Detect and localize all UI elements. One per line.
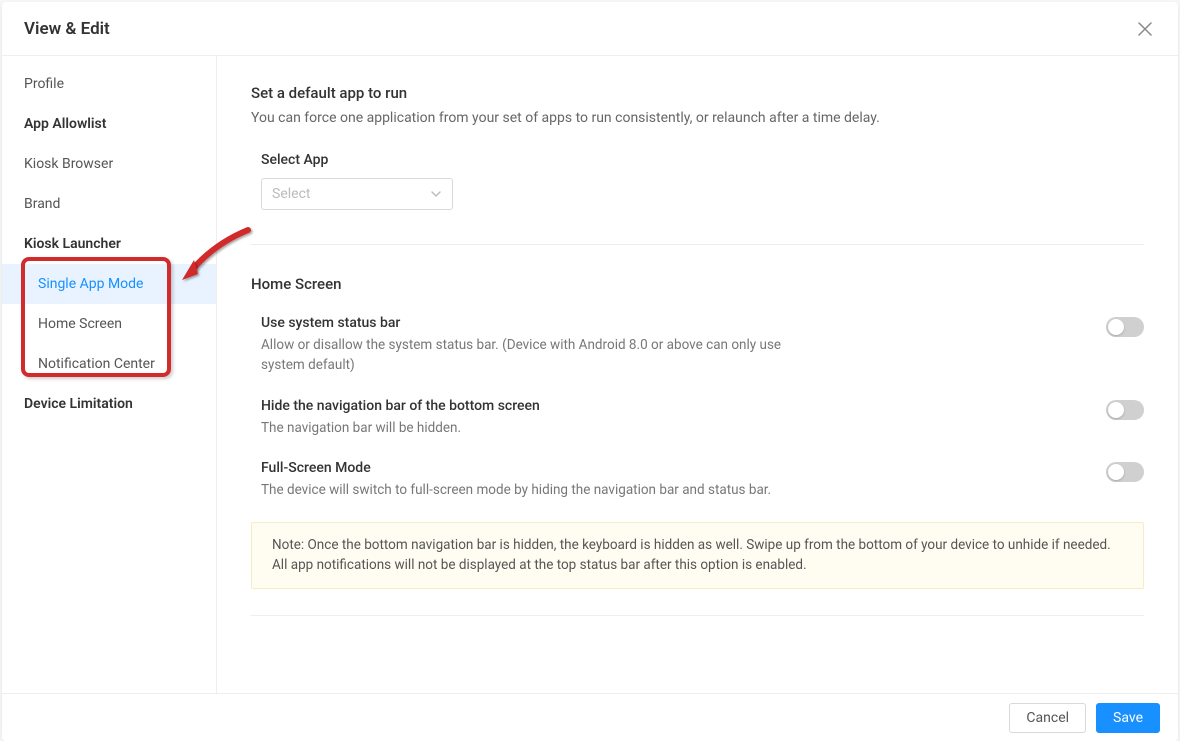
setting-text: Hide the navigation bar of the bottom sc… [261,398,540,438]
setting-hide-nav: Hide the navigation bar of the bottom sc… [251,398,1144,438]
chevron-down-icon [430,188,442,200]
sidebar: Profile App Allowlist Kiosk Browser Bran… [2,56,217,693]
modal-view-edit: View & Edit Profile App Allowlist Kiosk … [2,2,1178,741]
setting-status-bar: Use system status bar Allow or disallow … [251,315,1144,376]
save-button-label: Save [1113,710,1143,726]
divider [251,244,1144,245]
toggle-hide-nav[interactable] [1106,400,1144,420]
setting-text: Use system status bar Allow or disallow … [261,315,801,376]
sidebar-item-app-allowlist[interactable]: App Allowlist [2,104,216,144]
setting-full-screen: Full-Screen Mode The device will switch … [251,460,1144,500]
modal-body: Profile App Allowlist Kiosk Browser Bran… [2,56,1178,693]
note-box: Note: Once the bottom navigation bar is … [251,522,1144,589]
sidebar-item-home-screen[interactable]: Home Screen [2,304,216,344]
setting-label-full-screen: Full-Screen Mode [261,460,771,476]
section-default-app-title: Set a default app to run [251,84,1144,102]
divider [251,615,1144,616]
close-button[interactable] [1134,18,1156,40]
sidebar-item-kiosk-launcher[interactable]: Kiosk Launcher [2,224,216,264]
setting-text: Full-Screen Mode The device will switch … [261,460,771,500]
sidebar-item-notification-center[interactable]: Notification Center [2,344,216,384]
toggle-full-screen[interactable] [1106,462,1144,482]
save-button[interactable]: Save [1096,703,1160,733]
modal-header: View & Edit [2,2,1178,56]
select-app-placeholder: Select [272,186,310,202]
cancel-button[interactable]: Cancel [1009,703,1086,733]
close-icon [1138,22,1152,36]
select-app-label: Select App [261,152,1144,168]
sidebar-item-profile[interactable]: Profile [2,64,216,104]
sidebar-item-brand[interactable]: Brand [2,184,216,224]
sidebar-item-kiosk-browser[interactable]: Kiosk Browser [2,144,216,184]
setting-help-hide-nav: The navigation bar will be hidden. [261,418,540,438]
modal-title: View & Edit [24,19,110,39]
setting-help-full-screen: The device will switch to full-screen mo… [261,480,771,500]
toggle-status-bar[interactable] [1106,317,1144,337]
section-home-title: Home Screen [251,275,1144,293]
sidebar-item-single-app-mode[interactable]: Single App Mode [2,264,216,304]
content-pane: Set a default app to run You can force o… [217,56,1178,693]
setting-help-status-bar: Allow or disallow the system status bar.… [261,335,801,376]
setting-label-hide-nav: Hide the navigation bar of the bottom sc… [261,398,540,414]
setting-label-status-bar: Use system status bar [261,315,801,331]
modal-footer: Cancel Save [2,693,1178,741]
section-default-app-desc: You can force one application from your … [251,110,1144,126]
select-app-dropdown[interactable]: Select [261,178,453,210]
cancel-button-label: Cancel [1026,710,1069,726]
sidebar-item-device-limitation[interactable]: Device Limitation [2,384,216,424]
